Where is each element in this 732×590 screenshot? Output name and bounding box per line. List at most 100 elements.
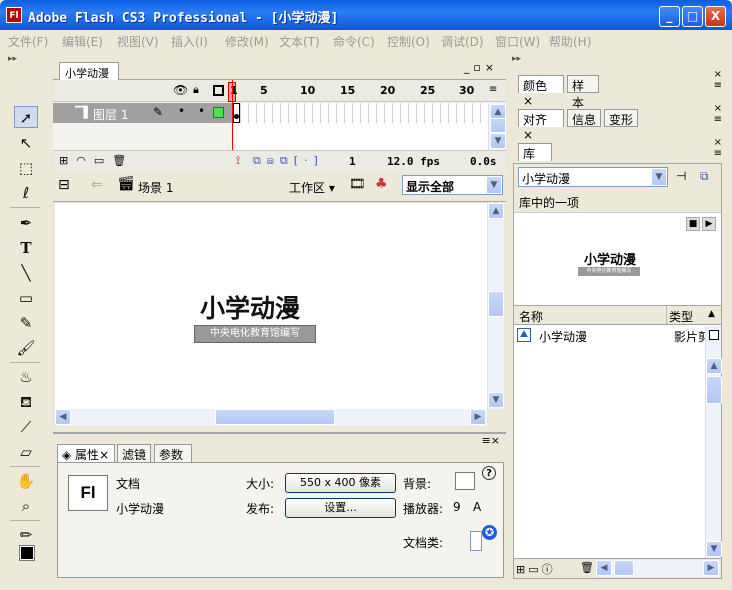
new-library-icon[interactable]: ⧉ xyxy=(700,169,709,184)
close-button[interactable]: X xyxy=(705,6,726,27)
keyframe[interactable] xyxy=(233,103,240,123)
outline-icon[interactable] xyxy=(213,85,224,96)
layer-name[interactable]: 图层 1 xyxy=(93,106,128,123)
subselection-icon[interactable]: ↖ xyxy=(14,132,38,154)
delete-icon[interactable]: 🗑︎ xyxy=(580,561,594,574)
panel-menu-icon[interactable]: × ≡ xyxy=(714,69,722,91)
lasso-icon[interactable]: ℓ xyxy=(14,182,38,204)
column-name[interactable]: 名称 xyxy=(519,308,543,325)
text-icon[interactable]: T xyxy=(14,237,38,259)
scroll-right-icon[interactable]: ▶ xyxy=(470,409,486,425)
pin-icon[interactable]: ⊣ xyxy=(676,169,686,183)
tab-document[interactable]: 小学动漫 xyxy=(59,62,119,80)
library-item-name[interactable]: 小学动漫 xyxy=(539,328,587,345)
chevron-down-icon[interactable]: ▼ xyxy=(651,168,667,186)
selection-icon[interactable]: ➚ xyxy=(14,106,38,128)
frames-row[interactable] xyxy=(233,103,488,123)
stroke-color-icon[interactable]: ✏ xyxy=(14,524,38,546)
tab-info[interactable]: 信息 xyxy=(567,109,601,127)
scroll-up-icon[interactable]: ▲ xyxy=(488,203,504,219)
brush-icon[interactable]: 🖌︎ xyxy=(14,337,38,359)
stage-title[interactable]: 小学动漫 xyxy=(200,289,300,325)
minimize-button[interactable]: _ xyxy=(659,6,680,27)
menu-window[interactable]: 窗口(W) xyxy=(495,33,540,50)
layer-buttons[interactable]: ⊞◠▭🗑︎ xyxy=(59,154,134,167)
scroll-left-icon[interactable]: ◀ xyxy=(596,560,612,576)
stop-icon[interactable]: ■ xyxy=(686,217,700,231)
menu-commands[interactable]: 命令(C) xyxy=(333,33,375,50)
zoom-icon[interactable]: ⌕ xyxy=(14,495,38,517)
pen-icon[interactable]: ✒ xyxy=(14,212,38,234)
library-document-select[interactable]: 小学动漫 ▼ xyxy=(518,167,668,187)
stage-subtitle[interactable]: 中央电化教育馆编写 xyxy=(194,325,316,343)
maximize-button[interactable]: □ xyxy=(682,6,703,27)
panel-close-icon[interactable]: ≡× xyxy=(482,434,500,447)
menu-insert[interactable]: 插入(I) xyxy=(171,33,208,50)
line-icon[interactable]: ╲ xyxy=(14,262,38,284)
pencil-icon[interactable]: ✎ xyxy=(14,312,38,334)
stage[interactable]: 小学动漫 中央电化教育馆编写 xyxy=(55,203,487,409)
library-item-row[interactable]: ⛰ 小学动漫 影片剪 xyxy=(514,326,707,346)
menu-view[interactable]: 视图(V) xyxy=(117,33,159,50)
eye-icon[interactable]: 👁︎ xyxy=(173,83,188,97)
column-type[interactable]: 类型 xyxy=(669,308,693,325)
panel-expand-icon[interactable]: ▸▸ xyxy=(512,54,521,64)
scroll-thumb[interactable] xyxy=(215,409,335,425)
library-buttons[interactable]: ⊞▭ⓘ xyxy=(516,561,556,577)
tab-properties[interactable]: ◈ 属性× xyxy=(57,444,115,462)
doc-window-controls[interactable]: _▫× xyxy=(464,61,498,74)
panel-menu-icon[interactable]: × ≡ xyxy=(714,137,722,159)
scroll-thumb[interactable] xyxy=(488,291,504,317)
fill-color-icon[interactable] xyxy=(19,545,35,561)
onion-skin-icons[interactable]: ⧉⧈⧉[·] xyxy=(253,154,324,168)
paint-bucket-icon[interactable]: ⛾ xyxy=(14,391,38,413)
timeline-toggle-icon[interactable]: ⊟ xyxy=(58,177,70,193)
center-frame-icon[interactable]: ⟟ xyxy=(236,154,240,168)
tab-color[interactable]: 颜色 × xyxy=(518,75,564,108)
menu-edit[interactable]: 编辑(E) xyxy=(62,33,103,50)
stage-vscroll[interactable]: ▲ ▼ xyxy=(487,203,504,409)
scene-label[interactable]: 场景 1 xyxy=(138,179,173,196)
ink-bottle-icon[interactable]: ♨ xyxy=(14,366,38,388)
lock-icon[interactable]: 🔒︎ xyxy=(193,83,199,97)
scroll-down-icon[interactable]: ▼ xyxy=(488,392,504,408)
panel-collapse-icon[interactable]: ▸▸ xyxy=(8,54,17,64)
back-arrow-icon[interactable]: ⇐ xyxy=(91,177,103,193)
edit-scene-icon[interactable]: 🎞︎ xyxy=(349,177,366,192)
background-color-swatch[interactable] xyxy=(455,472,475,490)
scroll-left-icon[interactable]: ◀ xyxy=(55,409,71,425)
menu-debug[interactable]: 调试(D) xyxy=(441,33,484,50)
size-button[interactable]: 550 x 400 像素 xyxy=(285,473,396,493)
tab-swatches[interactable]: 样本 xyxy=(567,75,599,110)
scroll-thumb[interactable] xyxy=(614,560,634,576)
scroll-thumb[interactable] xyxy=(706,376,722,404)
layer-outline-color[interactable] xyxy=(213,107,224,118)
tab-align[interactable]: 对齐 × xyxy=(518,109,564,142)
eraser-icon[interactable]: ▱ xyxy=(14,441,38,463)
timeline-vscroll[interactable]: ▲ ▼ xyxy=(488,103,506,150)
sort-icon[interactable]: ▲ xyxy=(708,309,715,319)
scroll-up-icon[interactable]: ▲ xyxy=(706,358,722,374)
play-icon[interactable]: ▶ xyxy=(702,217,716,231)
tab-parameters[interactable]: 参数 xyxy=(154,444,192,462)
hand-icon[interactable]: ✋ xyxy=(14,470,38,492)
menu-file[interactable]: 文件(F) xyxy=(8,33,48,50)
stage-hscroll[interactable]: ◀ ▶ xyxy=(55,409,487,426)
visible-dot[interactable]: • xyxy=(178,104,185,118)
scroll-down-icon[interactable]: ▼ xyxy=(706,541,722,557)
settings-button[interactable]: 设置... xyxy=(285,498,396,518)
scroll-thumb[interactable] xyxy=(490,118,506,133)
layer-row[interactable]: ▔▌ 图层 1 ✎ • • xyxy=(53,103,233,123)
panel-menu-icon[interactable]: × ≡ xyxy=(714,103,722,125)
accessibility-icon[interactable]: ✪ xyxy=(482,525,497,540)
eyedropper-icon[interactable]: ⟋ xyxy=(14,416,38,438)
tab-library[interactable]: 库 × xyxy=(518,143,552,176)
timeline-menu-icon[interactable]: ≡ xyxy=(489,84,497,95)
help-icon[interactable]: ? xyxy=(482,466,496,480)
free-transform-icon[interactable]: ⬚ xyxy=(14,157,38,179)
menu-help[interactable]: 帮助(H) xyxy=(549,33,591,50)
menu-control[interactable]: 控制(O) xyxy=(387,33,430,50)
scroll-down-icon[interactable]: ▼ xyxy=(490,133,506,149)
document-class-input[interactable] xyxy=(470,531,482,551)
library-vscroll[interactable]: ▲ ▼ xyxy=(705,326,722,558)
